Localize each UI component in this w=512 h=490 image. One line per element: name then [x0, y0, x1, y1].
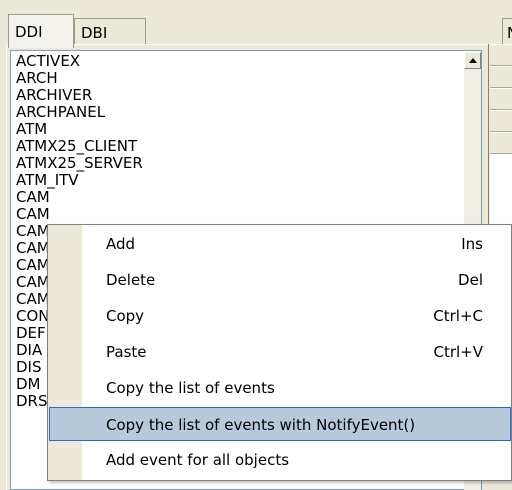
right-pane-row[interactable]: [490, 132, 512, 154]
menu-item-copy-events-notify[interactable]: Copy the list of events with NotifyEvent…: [49, 407, 511, 441]
menu-item-label: Copy the list of events with NotifyEvent…: [106, 416, 416, 434]
menu-item-delete[interactable]: Delete Del: [49, 263, 511, 297]
menu-item-copy[interactable]: Copy Ctrl+C: [49, 299, 511, 333]
list-item[interactable]: DEF: [16, 325, 46, 342]
context-menu: Add Ins Delete Del Copy Ctrl+C Paste Ctr…: [47, 224, 512, 481]
list-item[interactable]: ATMX25_CLIENT: [16, 138, 137, 155]
menu-item-label: Delete: [106, 271, 156, 289]
list-item[interactable]: ARCH: [16, 70, 58, 87]
right-pane-row[interactable]: [490, 44, 512, 66]
menu-item-label: Copy the list of events: [106, 379, 275, 397]
list-item[interactable]: CAM: [16, 223, 50, 240]
list-item[interactable]: CAM: [16, 257, 50, 274]
list-item[interactable]: ACTIVEX: [16, 53, 80, 70]
menu-item-label: Copy: [106, 307, 145, 325]
list-item[interactable]: ARCHIVER: [16, 87, 92, 104]
menu-item-paste[interactable]: Paste Ctrl+V: [49, 335, 511, 369]
tab-strip: DBI DDI: [0, 0, 480, 48]
list-item[interactable]: ATMX25_SERVER: [16, 155, 143, 172]
tab-label: DDI: [15, 23, 43, 41]
list-item[interactable]: CAM: [16, 206, 50, 223]
tab-label: DBI: [81, 24, 108, 42]
list-item[interactable]: CAM: [16, 240, 50, 257]
arrow-up-icon: [468, 58, 477, 63]
menu-item-shortcut: Ctrl+V: [433, 343, 483, 361]
list-item[interactable]: CON: [16, 308, 50, 325]
tab-ddi[interactable]: DDI: [8, 14, 74, 48]
menu-item-shortcut: Ctrl+C: [433, 307, 483, 325]
menu-item-add[interactable]: Add Ins: [49, 227, 511, 261]
menu-item-label: Add event for all objects: [106, 451, 290, 469]
right-pane-row[interactable]: [490, 88, 512, 110]
list-item[interactable]: DIA: [16, 342, 42, 359]
list-item[interactable]: CAM: [16, 189, 50, 206]
list-item[interactable]: ARCHPANEL: [16, 104, 105, 121]
menu-item-shortcut: Ins: [461, 235, 483, 253]
menu-item-label: Paste: [106, 343, 147, 361]
list-item[interactable]: CAM: [16, 274, 50, 291]
menu-item-copy-events[interactable]: Copy the list of events: [49, 371, 511, 405]
tab-dbi[interactable]: DBI: [74, 18, 146, 44]
menu-item-add-event-all[interactable]: Add event for all objects: [49, 443, 511, 477]
right-pane-row[interactable]: [490, 110, 512, 132]
list-item[interactable]: ATM: [16, 121, 47, 138]
list-item[interactable]: CAM: [16, 291, 50, 308]
scroll-up-button[interactable]: [464, 52, 481, 69]
menu-item-shortcut: Del: [458, 271, 483, 289]
right-pane-row[interactable]: [490, 66, 512, 88]
list-item[interactable]: ATM_ITV: [16, 172, 79, 189]
list-item[interactable]: DIS: [16, 359, 42, 376]
tab-partial[interactable]: N: [502, 18, 512, 44]
list-item[interactable]: DRS: [16, 393, 48, 410]
menu-item-label: Add: [106, 235, 136, 253]
list-item[interactable]: DM: [16, 376, 41, 393]
tab-label: N: [507, 24, 512, 42]
